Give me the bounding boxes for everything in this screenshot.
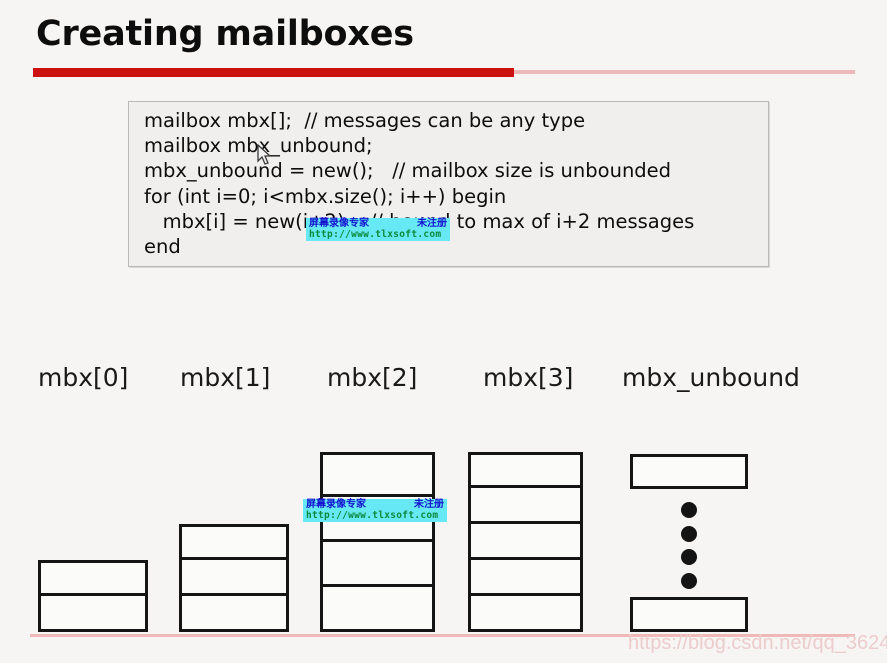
mailbox-cell: [468, 560, 583, 596]
recorder-watermark-diagram: 屏幕录像专家 未注册 http://www.tlxsoft.com: [303, 499, 447, 523]
page-title: Creating mailboxes: [36, 14, 414, 54]
mailbox-cell: [468, 452, 583, 488]
mailbox-cell: [320, 587, 435, 632]
mailbox-cell: [38, 560, 148, 596]
mailbox-stack-mbx0: [38, 560, 148, 632]
recorder-watermark-code: 屏幕录像专家 未注册 http://www.tlxsoft.com: [306, 218, 450, 242]
recorder-watermark-status: 未注册: [417, 218, 447, 229]
code-panel: mailbox mbx[]; // messages can be any ty…: [128, 101, 769, 267]
mailbox-cell: [468, 488, 583, 524]
mailbox-cell: [38, 596, 148, 632]
recorder-watermark-url: http://www.tlxsoft.com: [306, 509, 439, 521]
title-accent-bar-light: [514, 70, 855, 74]
mailbox-cell: [179, 524, 289, 560]
slide-canvas: Creating mailboxes mailbox mbx[]; // mes…: [0, 0, 887, 663]
column-label-mbx2: mbx[2]: [327, 363, 418, 392]
column-label-mbx3: mbx[3]: [483, 363, 574, 392]
column-label-mbx0: mbx[0]: [38, 363, 129, 392]
mailbox-cell: [468, 524, 583, 560]
ellipsis-dot: [681, 549, 697, 566]
mailbox-cell: [320, 452, 435, 497]
mailbox-cell: [630, 454, 748, 489]
mouse-pointer-icon: [257, 144, 272, 165]
blog-url-watermark: https://blog.csdn.net/qq_36248682: [628, 632, 887, 654]
mailbox-cell: [630, 597, 748, 632]
recorder-watermark-title: 屏幕录像专家: [306, 499, 366, 510]
recorder-watermark-title: 屏幕录像专家: [309, 218, 369, 229]
vertical-ellipsis-icon: [681, 489, 697, 597]
mailbox-stack-mbx-unbound: [630, 454, 748, 632]
mailbox-cell: [468, 596, 583, 632]
mailbox-stack-mbx3: [468, 452, 583, 632]
mailbox-cell: [179, 596, 289, 632]
mailbox-stack-mbx1: [179, 524, 289, 632]
title-accent-bar: [33, 68, 514, 77]
recorder-watermark-status: 未注册: [414, 499, 444, 510]
ellipsis-dot: [681, 572, 697, 589]
mailbox-stack-mbx2: [320, 452, 435, 632]
ellipsis-dot: [681, 502, 697, 518]
recorder-watermark-url: http://www.tlxsoft.com: [309, 228, 442, 240]
mailbox-cell: [179, 560, 289, 596]
mailbox-cell: [320, 542, 435, 587]
ellipsis-dot: [681, 525, 697, 542]
column-label-mbx-unbound: mbx_unbound: [622, 363, 800, 392]
column-label-mbx1: mbx[1]: [180, 363, 271, 392]
